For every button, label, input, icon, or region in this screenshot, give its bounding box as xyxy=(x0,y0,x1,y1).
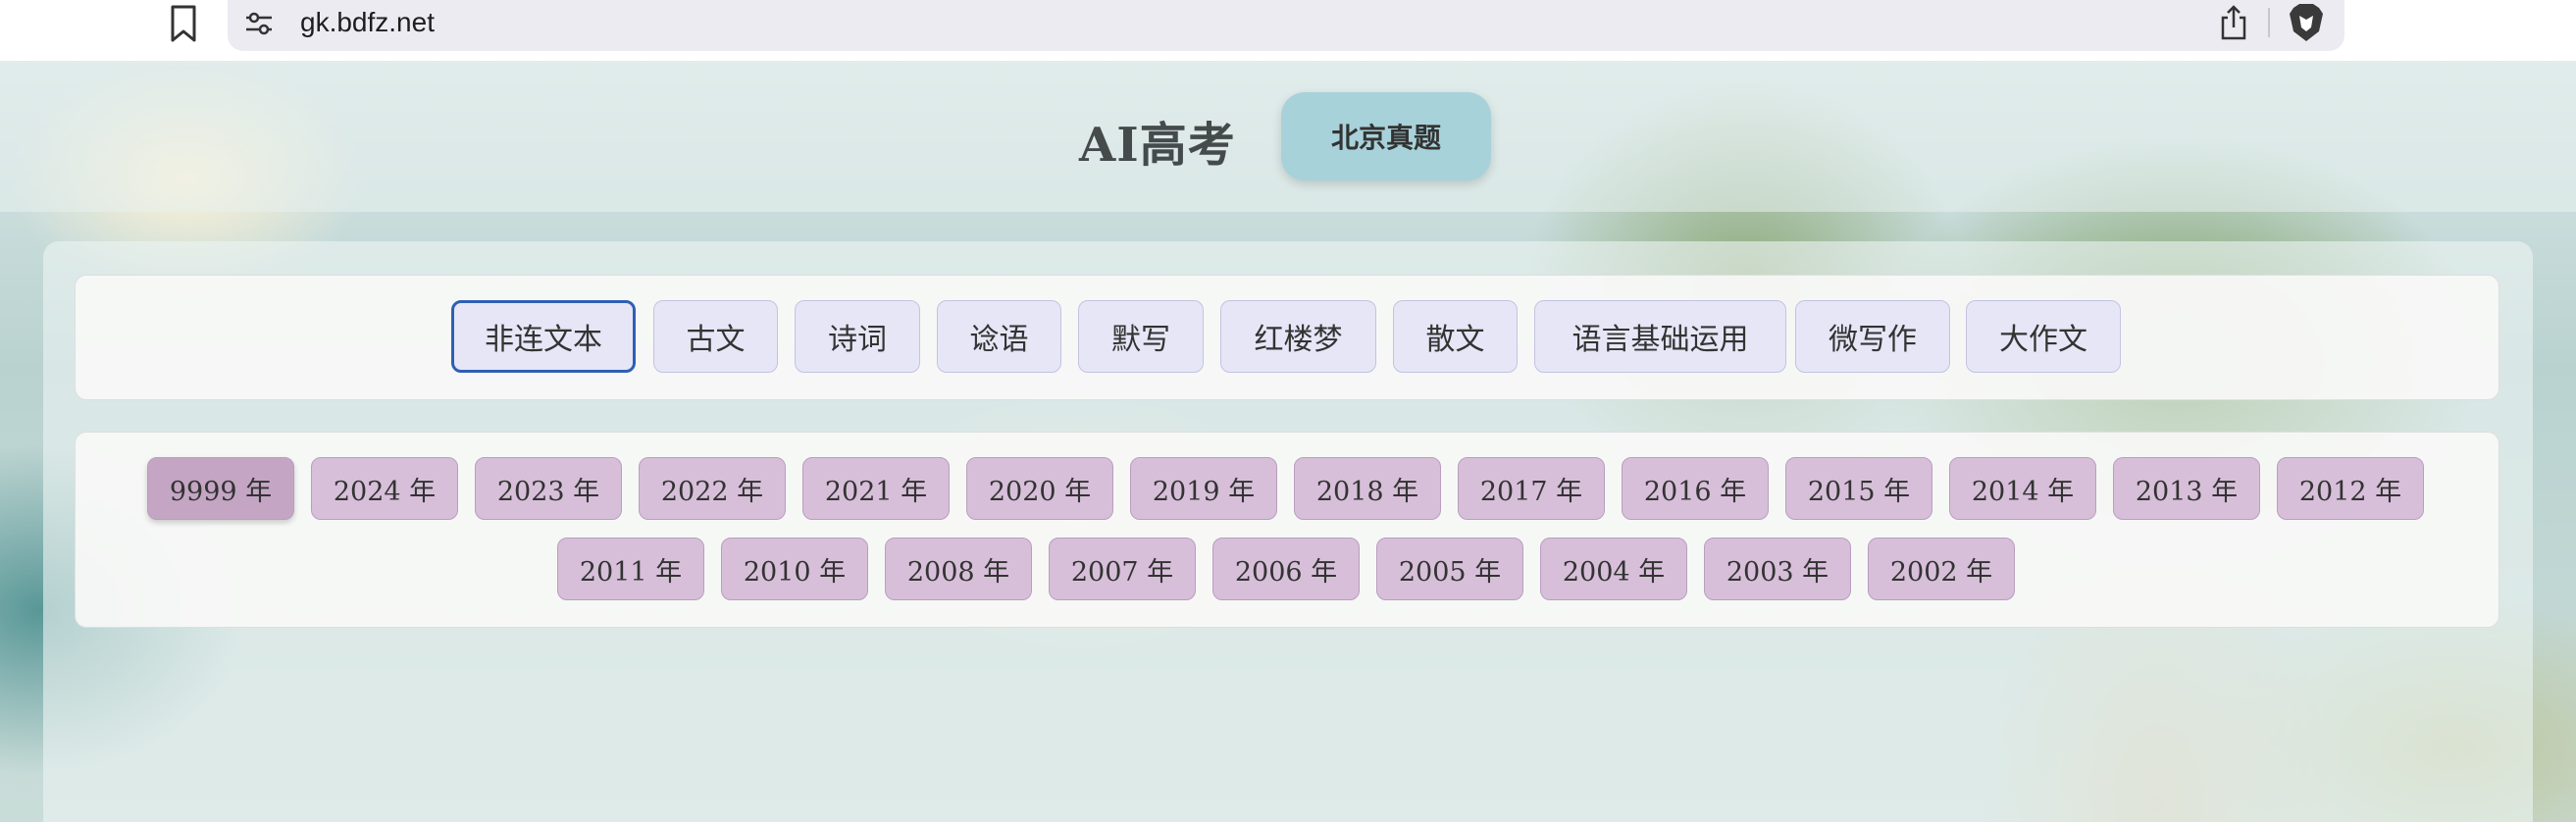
year-button[interactable]: 2016 年 xyxy=(1622,457,1769,520)
share-icon[interactable] xyxy=(2219,4,2248,41)
year-button[interactable]: 2022 年 xyxy=(639,457,786,520)
browser-toolbar: gk.bdfz.net xyxy=(0,0,2576,61)
site-title: AI高考 xyxy=(1079,118,1236,173)
category-button[interactable]: 语言基础运用 xyxy=(1534,300,1786,373)
bookmark-icon[interactable] xyxy=(167,4,200,43)
year-button[interactable]: 2017 年 xyxy=(1458,457,1605,520)
category-button[interactable]: 诗词 xyxy=(795,300,920,373)
category-button[interactable]: 大作文 xyxy=(1966,300,2121,373)
category-button[interactable]: 古文 xyxy=(653,300,778,373)
year-button[interactable]: 2013 年 xyxy=(2113,457,2260,520)
year-button[interactable]: 2014 年 xyxy=(1949,457,2096,520)
year-button[interactable]: 2020 年 xyxy=(966,457,1113,520)
category-button[interactable]: 谂语 xyxy=(937,300,1061,373)
year-button[interactable]: 2005 年 xyxy=(1376,538,1523,600)
year-button[interactable]: 2012 年 xyxy=(2277,457,2424,520)
year-button[interactable]: 2004 年 xyxy=(1540,538,1687,600)
year-button[interactable]: 2023 年 xyxy=(475,457,622,520)
year-button[interactable]: 2019 年 xyxy=(1130,457,1277,520)
year-button[interactable]: 2008 年 xyxy=(885,538,1032,600)
category-button[interactable]: 红楼梦 xyxy=(1220,300,1376,373)
year-button[interactable]: 2003 年 xyxy=(1704,538,1851,600)
year-button[interactable]: 2007 年 xyxy=(1049,538,1196,600)
category-button[interactable]: 散文 xyxy=(1393,300,1518,373)
region-button-beijing[interactable]: 北京真题 xyxy=(1281,92,1491,180)
year-button[interactable]: 2006 年 xyxy=(1212,538,1360,600)
year-button[interactable]: 2002 年 xyxy=(1868,538,2015,600)
brave-lion-icon[interactable] xyxy=(2288,2,2325,43)
year-button[interactable]: 2011 年 xyxy=(557,538,704,600)
year-button[interactable]: 2021 年 xyxy=(802,457,950,520)
year-button[interactable]: 2018 年 xyxy=(1294,457,1441,520)
year-button[interactable]: 9999 年 xyxy=(147,457,294,520)
toolbar-separator xyxy=(2268,8,2270,37)
site-settings-icon[interactable] xyxy=(243,8,275,39)
category-button[interactable]: 微写作 xyxy=(1795,300,1950,373)
url-text[interactable]: gk.bdfz.net xyxy=(300,3,435,42)
category-button[interactable]: 默写 xyxy=(1078,300,1204,373)
category-button[interactable]: 非连文本 xyxy=(451,300,636,373)
year-button[interactable]: 2015 年 xyxy=(1785,457,1932,520)
address-bar[interactable] xyxy=(228,0,2344,51)
year-button[interactable]: 2024 年 xyxy=(311,457,458,520)
year-button[interactable]: 2010 年 xyxy=(721,538,868,600)
